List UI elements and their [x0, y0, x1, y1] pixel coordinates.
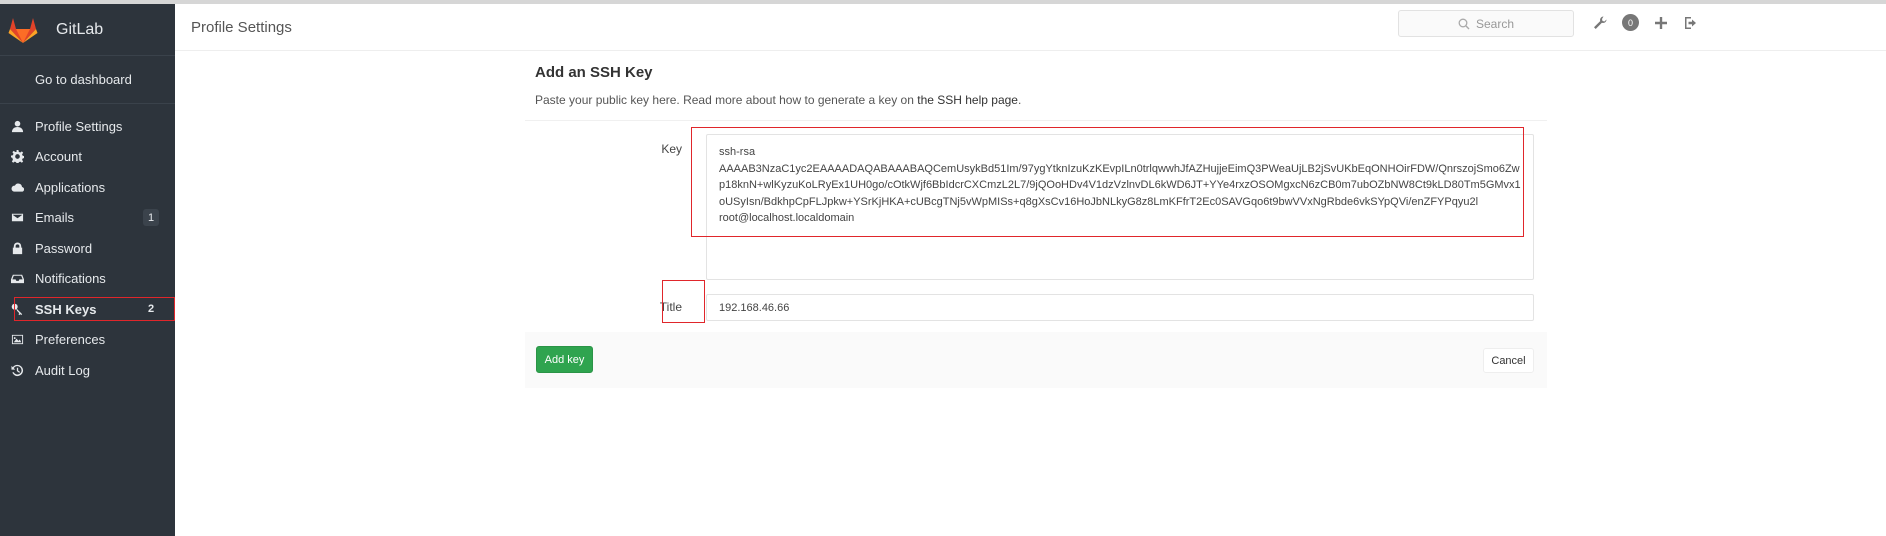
sidebar-item-applications[interactable]: Applications — [0, 172, 175, 203]
sidebar-item-label: Preferences — [35, 332, 106, 348]
app-name: GitLab — [56, 20, 104, 38]
sidebar-item-label: Password — [35, 240, 93, 256]
page-title: Profile Settings — [191, 18, 292, 36]
description-period: . — [1017, 93, 1022, 107]
cloud-icon — [10, 180, 24, 194]
search-input[interactable]: Search — [1398, 10, 1574, 37]
sidebar-item-label: Account — [35, 149, 82, 165]
sidebar-nav: Profile Settings Account Applications Em… — [0, 104, 175, 386]
gitlab-logo-icon — [8, 17, 38, 43]
title-field[interactable]: 192.168.46.66 — [706, 294, 1534, 321]
search-icon — [1458, 18, 1470, 29]
ssh-help-link[interactable]: the SSH help page — [917, 93, 1018, 107]
brand[interactable]: GitLab — [0, 4, 175, 56]
sidebar-item-audit-log[interactable]: Audit Log — [0, 355, 175, 386]
history-icon — [10, 363, 24, 377]
sidebar-item-preferences[interactable]: Preferences — [0, 325, 175, 356]
sidebar-item-label: SSH Keys — [35, 301, 97, 317]
title-value: 192.168.46.66 — [719, 301, 790, 314]
go-to-dashboard-link[interactable]: Go to dashboard — [0, 56, 175, 104]
sidebar-item-label: Notifications — [35, 271, 106, 287]
gear-icon — [10, 150, 24, 164]
sidebar-item-label: Profile Settings — [35, 118, 123, 134]
header-icons: 0 — [1592, 14, 1713, 31]
sidebar-item-password[interactable]: Password — [0, 233, 175, 264]
sidebar-item-ssh-keys[interactable]: SSH Keys 2 — [0, 294, 175, 325]
add-key-button[interactable]: Add key — [536, 346, 593, 373]
todos-count-badge[interactable]: 0 — [1622, 14, 1639, 31]
emails-count-badge: 1 — [143, 209, 159, 227]
plus-icon[interactable] — [1653, 15, 1669, 31]
sidebar-item-notifications[interactable]: Notifications — [0, 264, 175, 295]
title-label: Title — [659, 300, 682, 314]
ssh-keys-count-badge: 2 — [147, 303, 155, 316]
sidebar-item-label: Audit Log — [35, 362, 90, 378]
envelope-icon — [10, 211, 24, 225]
inbox-icon — [10, 272, 24, 286]
cancel-button[interactable]: Cancel — [1483, 348, 1534, 373]
sidebar-item-label: Emails — [35, 210, 75, 226]
key-value: ssh-rsa AAAAB3NzaC1yc2EAAAADAQABAAABAQCe… — [719, 146, 1521, 225]
sidebar-item-profile-settings[interactable]: Profile Settings — [0, 111, 175, 142]
section-description: Paste your public key here. Read more ab… — [535, 93, 1021, 107]
user-icon — [10, 119, 24, 133]
key-label: Key — [661, 142, 682, 156]
sidebar-item-emails[interactable]: Emails 1 — [0, 203, 175, 234]
search-placeholder: Search — [1475, 16, 1515, 31]
key-icon — [10, 302, 24, 316]
wrench-icon[interactable] — [1592, 15, 1608, 31]
description-text: Paste your public key here. Read more ab… — [535, 93, 918, 107]
lock-icon — [10, 241, 24, 255]
form-actions — [525, 332, 1547, 388]
key-textarea[interactable]: ssh-rsa AAAAB3NzaC1yc2EAAAADAQABAAABAQCe… — [706, 134, 1534, 280]
sign-out-icon[interactable] — [1683, 15, 1699, 31]
sidebar: GitLab Go to dashboard Profile Settings … — [0, 4, 175, 536]
sidebar-item-account[interactable]: Account — [0, 142, 175, 173]
section-heading: Add an SSH Key — [535, 64, 653, 81]
sidebar-item-label: Applications — [35, 179, 106, 195]
image-icon — [10, 333, 24, 347]
